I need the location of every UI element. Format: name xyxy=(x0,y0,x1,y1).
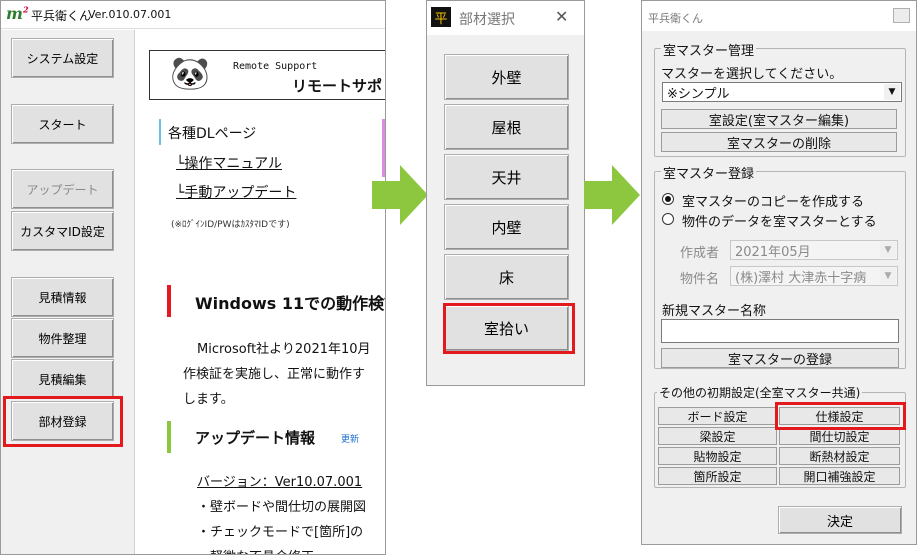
chevron-down-icon[interactable]: ▼ xyxy=(884,84,900,100)
spec-settings-button[interactable]: 仕様設定 xyxy=(779,407,900,425)
property-data-label: 物件のデータを室マスターとする xyxy=(682,215,877,230)
copy-master-label: 室マスターのコピーを作成する xyxy=(682,195,865,210)
ok-button[interactable]: 決定 xyxy=(778,506,902,534)
beam-settings-button[interactable]: 梁設定 xyxy=(658,427,777,445)
board-settings-button[interactable]: ボード設定 xyxy=(658,407,777,425)
bullet-3: 軽微な不具合修正 xyxy=(197,546,314,554)
version-link[interactable]: バージョン：Ver10.07.001 xyxy=(197,471,362,490)
window-control-icon[interactable] xyxy=(893,8,910,23)
new-master-name-label: 新規マスター名称 xyxy=(662,304,767,319)
main-app-window: m2 平兵衛くん Ver.010.07.001 システム設定 スタート アップデ… xyxy=(0,0,386,555)
other-settings-legend: その他の初期設定(全室マスター共通) xyxy=(657,384,863,401)
material-item-4[interactable]: 内壁 xyxy=(444,204,569,250)
start-button[interactable]: スタート xyxy=(11,104,114,144)
banner-title: リモートサポ xyxy=(292,77,383,95)
app-version: Ver.010.07.001 xyxy=(88,8,172,21)
author-select[interactable]: 2021年05月 ▼ xyxy=(730,240,898,260)
property-label: 物件名 xyxy=(680,272,720,287)
close-icon[interactable]: ✕ xyxy=(555,7,568,26)
dialog-title-bar: 平 部材選択 ✕ xyxy=(427,1,584,35)
property-value: (株)澤村 大津赤十字病 xyxy=(735,270,867,286)
update-button[interactable]: アップデート xyxy=(11,169,114,209)
room-title-bar: 平兵衛くん xyxy=(642,1,916,31)
estimate-edit-button[interactable]: 見積編集 xyxy=(11,359,114,399)
room-settings-button[interactable]: 室設定(室マスター編集) xyxy=(661,109,897,129)
new-badge: 更新 xyxy=(341,435,360,445)
room-master-window: 平兵衛くん 室マスター管理 マスターを選択してください。 ※シンプル ▼ 室設定… xyxy=(641,0,917,545)
insulation-settings-button[interactable]: 断熱材設定 xyxy=(779,447,900,465)
customer-id-button[interactable]: カスタマID設定 xyxy=(11,211,114,251)
dialog-title: 部材選択 xyxy=(459,12,515,28)
author-value: 2021年05月 xyxy=(735,244,811,260)
estimate-info-button[interactable]: 見積情報 xyxy=(11,277,114,317)
chevron-down-icon-author[interactable]: ▼ xyxy=(880,242,896,258)
para-line-2: 作検証を実施し、正常に動作す xyxy=(183,367,366,382)
system-settings-button[interactable]: システム設定 xyxy=(11,38,114,78)
material-item-6[interactable]: 室拾い xyxy=(444,305,569,351)
bullet-1: ・壁ボードや間仕切の展開図 xyxy=(197,500,367,515)
opening-settings-button[interactable]: 開口補強設定 xyxy=(779,467,900,485)
property-data-radio[interactable] xyxy=(662,213,674,225)
win11-heading-bar xyxy=(167,285,171,317)
partition-settings-button[interactable]: 間仕切設定 xyxy=(779,427,900,445)
finish-settings-button[interactable]: 貼物設定 xyxy=(658,447,777,465)
room-window-title: 平兵衛くん xyxy=(648,12,703,25)
arrow-right-icon-2 xyxy=(584,165,640,225)
location-settings-button[interactable]: 箇所設定 xyxy=(658,467,777,485)
author-label: 作成者 xyxy=(680,246,720,261)
master-reg-legend: 室マスター登録 xyxy=(661,163,757,182)
master-mgmt-legend: 室マスター管理 xyxy=(661,40,757,59)
win11-heading: Windows 11での動作検証 xyxy=(195,294,386,313)
manual-update-link[interactable]: └手動アップデート xyxy=(176,182,296,202)
dialog-app-icon: 平 xyxy=(431,7,451,27)
material-item-3[interactable]: 天井 xyxy=(444,154,569,200)
select-master-prompt: マスターを選択してください。 xyxy=(661,67,843,82)
property-button[interactable]: 物件整理 xyxy=(11,318,114,358)
login-note: (※ﾛｸﾞｲﾝID/PWはｶｽﾀﾏIDです) xyxy=(171,220,290,230)
copy-master-radio[interactable] xyxy=(662,193,674,205)
dl-page-label: 各種DLページ xyxy=(168,126,257,142)
material-reg-button[interactable]: 部材登録 xyxy=(11,401,114,441)
delete-master-button[interactable]: 室マスターの削除 xyxy=(661,132,897,152)
para-line-3: します。 xyxy=(183,392,234,407)
banner: 🐼 Remote Support リモートサポ xyxy=(149,50,385,100)
chevron-down-icon-property[interactable]: ▼ xyxy=(880,268,896,284)
material-item-1[interactable]: 外壁 xyxy=(444,54,569,100)
arrow-right-icon xyxy=(372,165,428,225)
manual-link[interactable]: └操作マニュアル xyxy=(176,153,282,173)
material-item-2[interactable]: 屋根 xyxy=(444,104,569,150)
dl-page-bar xyxy=(159,119,161,145)
app-logo-icon: m2 xyxy=(6,4,29,23)
panda-icon: 🐼 xyxy=(170,54,210,92)
app-title: 平兵衛くん xyxy=(31,9,92,23)
master-select[interactable]: ※シンプル ▼ xyxy=(662,82,902,102)
banner-subtitle: Remote Support xyxy=(233,61,318,72)
material-item-5[interactable]: 床 xyxy=(444,254,569,300)
para-line-1: Microsoft社より2021年10月 xyxy=(197,342,371,357)
bullet-2: ・チェックモードで[箇所]の xyxy=(197,525,364,540)
master-select-value: ※シンプル xyxy=(667,86,730,102)
new-master-name-input[interactable] xyxy=(661,319,899,343)
material-dialog: 平 部材選択 ✕ 外壁 屋根 天井 内壁 床 室拾い xyxy=(426,0,585,386)
title-bar: m2 平兵衛くん Ver.010.07.001 xyxy=(1,1,385,29)
update-heading: アップデート情報 xyxy=(195,429,316,447)
register-master-button[interactable]: 室マスターの登録 xyxy=(661,348,899,368)
property-select[interactable]: (株)澤村 大津赤十字病 ▼ xyxy=(730,266,898,286)
update-heading-bar xyxy=(167,421,171,453)
